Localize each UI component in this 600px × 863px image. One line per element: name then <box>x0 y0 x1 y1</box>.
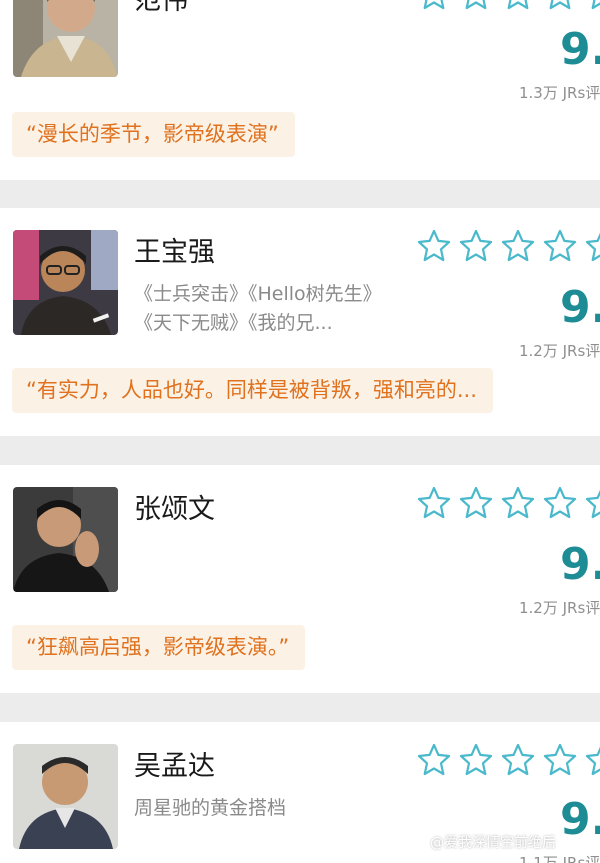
star-icon[interactable] <box>458 742 494 778</box>
avatar <box>13 487 118 592</box>
star-icon[interactable] <box>500 0 536 12</box>
works: 周星驰的黄金搭档 <box>134 797 287 819</box>
star-icon[interactable] <box>458 0 494 12</box>
star-icon[interactable] <box>542 742 578 778</box>
list-item[interactable]: 张颂文 9. 1.2万 JRs评 “狂飙高启强，影帝级表演。” <box>0 465 600 693</box>
name: 吴孟达 <box>134 751 215 782</box>
name: 王宝强 <box>134 237 215 268</box>
rating-count: 1.2万 JRs评 <box>519 599 600 617</box>
star-icon[interactable] <box>584 0 600 12</box>
star-icon[interactable] <box>416 742 452 778</box>
star-icon[interactable] <box>458 485 494 521</box>
rating-count: 1.1万 JRs评 <box>519 854 600 863</box>
star-icon[interactable] <box>584 485 600 521</box>
rating-count: 1.3万 JRs评 <box>519 84 600 102</box>
works: 《士兵突击》《Hello树先生》《天下无贼》《我的兄... <box>134 283 382 334</box>
name: 张颂文 <box>134 494 215 525</box>
list-item[interactable]: 范伟 9. 1.3万 JRs评 “漫长的季节，影帝级表演” <box>0 0 600 180</box>
score: 9. <box>560 24 600 75</box>
star-icon[interactable] <box>500 485 536 521</box>
rating-stars[interactable] <box>416 228 600 264</box>
star-icon[interactable] <box>416 228 452 264</box>
list-item[interactable]: 王宝强 《士兵突击》《Hello树先生》《天下无贼》《我的兄... 9. 1.2… <box>0 208 600 436</box>
watermark: @爱我深情空前绝后 <box>430 835 556 851</box>
avatar <box>13 744 118 849</box>
star-icon[interactable] <box>542 0 578 12</box>
name: 范伟 <box>134 0 188 16</box>
star-icon[interactable] <box>500 742 536 778</box>
star-icon[interactable] <box>584 228 600 264</box>
star-icon[interactable] <box>500 228 536 264</box>
star-icon[interactable] <box>542 228 578 264</box>
top-comment[interactable]: “有实力，人品也好。同样是被背叛，强和亮的... <box>12 368 493 413</box>
rating-count: 1.2万 JRs评 <box>519 342 600 360</box>
avatar <box>13 0 118 77</box>
score: 9. <box>560 282 600 333</box>
star-icon[interactable] <box>416 485 452 521</box>
star-icon[interactable] <box>542 485 578 521</box>
star-icon[interactable] <box>458 228 494 264</box>
star-icon[interactable] <box>416 0 452 12</box>
score: 9. <box>560 539 600 590</box>
top-comment[interactable]: “漫长的季节，影帝级表演” <box>12 112 295 157</box>
top-comment[interactable]: “狂飙高启强，影帝级表演。” <box>12 625 306 670</box>
star-icon[interactable] <box>584 742 600 778</box>
rating-stars[interactable] <box>416 742 600 778</box>
rating-stars[interactable] <box>416 485 600 521</box>
avatar <box>13 230 118 335</box>
rating-stars[interactable] <box>416 0 600 12</box>
score: 9. <box>560 794 600 845</box>
